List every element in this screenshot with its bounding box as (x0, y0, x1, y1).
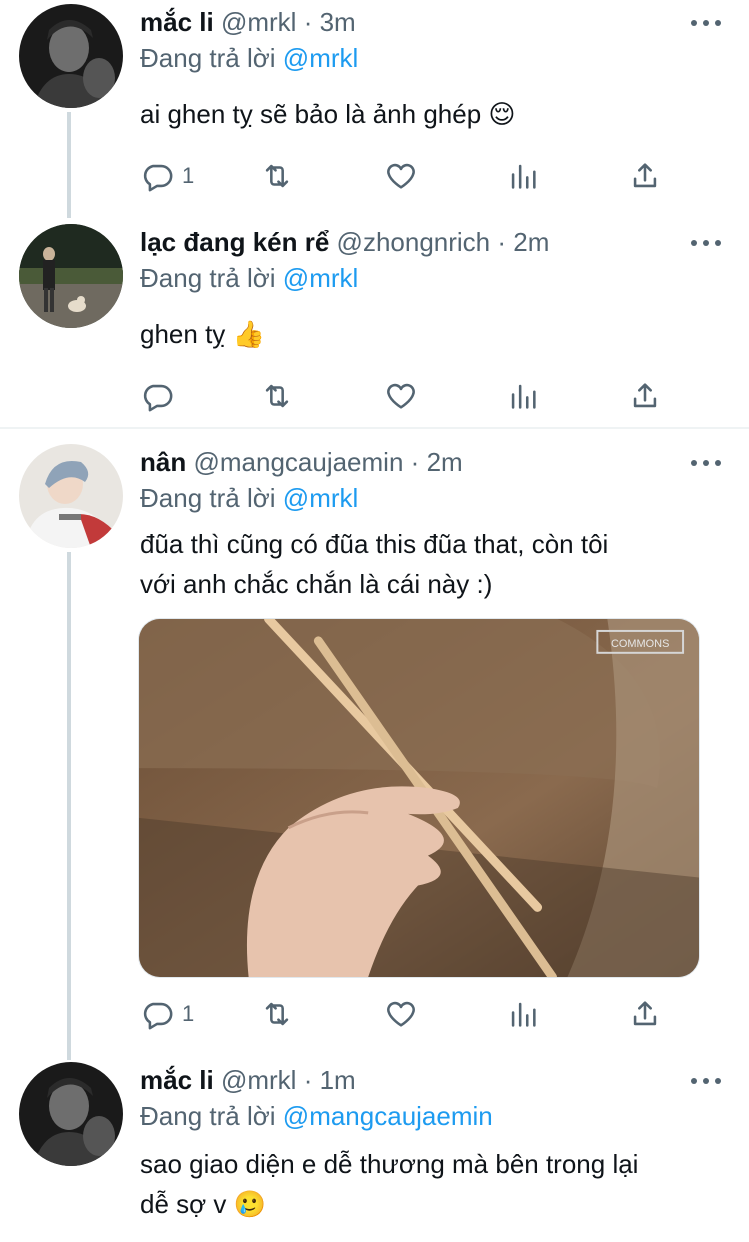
tweet-actions (140, 378, 670, 414)
separator-dot: · (303, 7, 313, 37)
tweet-actions: 1 (140, 158, 670, 194)
analytics-icon (511, 164, 536, 189)
timestamp[interactable]: 1m (320, 1065, 356, 1095)
chopsticks-photo: COMMONS (139, 619, 699, 977)
tweet-text: ghen tỵ 👍 (140, 319, 265, 349)
replying-label: Đang trả lời (140, 43, 276, 73)
like-button[interactable] (384, 158, 418, 194)
mention-link[interactable]: @mrkl (283, 483, 359, 513)
user-handle[interactable]: @zhongnrich (337, 227, 491, 257)
reply-count: 1 (182, 163, 195, 188)
separator-dot: · (303, 1065, 313, 1095)
replying-to: Đang trả lời @mrkl (140, 260, 358, 296)
avatar[interactable] (19, 444, 123, 548)
timestamp[interactable]: 3m (320, 7, 356, 37)
share-button[interactable] (628, 996, 662, 1032)
avatar-mrkl (19, 4, 123, 108)
user-handle[interactable]: @mrkl (221, 1065, 297, 1095)
display-name[interactable]: mắc li (140, 1065, 214, 1095)
like-icon (387, 163, 415, 189)
tweet-text-line: với anh chắc chắn là cái này :) (140, 569, 493, 599)
analytics-icon (511, 1002, 536, 1027)
replying-label: Đang trả lời (140, 263, 276, 293)
analytics-button[interactable] (506, 996, 540, 1032)
user-handle[interactable]: @mrkl (221, 7, 297, 37)
display-name[interactable]: mắc li (140, 7, 214, 37)
retweet-button[interactable] (260, 378, 294, 414)
tweet-text: đũa thì cũng có đũa this đũa that, còn t… (140, 524, 709, 604)
retweet-icon (265, 164, 289, 188)
more-options-icon[interactable] (691, 233, 721, 253)
avatar-zhongnrich (19, 224, 123, 328)
tweet-text: sao giao diện e dễ thương mà bên trong l… (140, 1144, 709, 1224)
more-options-icon[interactable] (691, 453, 721, 473)
more-options-icon[interactable] (691, 13, 721, 33)
display-name[interactable]: nân (140, 447, 186, 477)
replying-to: Đang trả lời @mrkl (140, 40, 358, 76)
reply-icon (143, 384, 173, 412)
like-icon (387, 1001, 415, 1027)
tweet-text-line: đũa thì cũng có đũa this đũa that, còn t… (140, 529, 609, 559)
reply-button[interactable] (140, 378, 174, 414)
avatar[interactable] (19, 224, 123, 328)
mention-link[interactable]: @mrkl (283, 263, 359, 293)
reply-icon (143, 1002, 173, 1030)
tweet[interactable]: lạc đang kén rể @zhongnrich · 2m Đang tr… (0, 218, 749, 428)
reply-button[interactable]: 1 (140, 158, 194, 194)
avatar-mrkl (19, 1062, 123, 1166)
separator-dot: · (497, 227, 507, 257)
retweet-button[interactable] (260, 996, 294, 1032)
avatar[interactable] (19, 1062, 123, 1166)
separator-dot: · (410, 447, 420, 477)
retweet-button[interactable] (260, 158, 294, 194)
tweet-text: ai ghen tỵ sẽ bảo là ảnh ghép 😌 (140, 99, 516, 129)
tweet-text-line: sao giao diện e dễ thương mà bên trong l… (140, 1149, 639, 1179)
more-options-icon[interactable] (691, 1071, 721, 1091)
reply-icon (143, 164, 173, 192)
mention-link[interactable]: @mangcaujaemin (283, 1101, 493, 1131)
retweet-icon (265, 1002, 289, 1026)
avatar[interactable] (19, 4, 123, 108)
media-watermark: COMMONS (611, 638, 669, 650)
mention-link[interactable]: @mrkl (283, 43, 359, 73)
reply-count: 1 (182, 1001, 195, 1026)
share-button[interactable] (628, 378, 662, 414)
tweet[interactable]: mắc li @mrkl · 1m Đang trả lời @mangcauj… (0, 1060, 749, 1242)
user-handle[interactable]: @mangcaujaemin (193, 447, 403, 477)
like-button[interactable] (384, 996, 418, 1032)
share-icon (633, 163, 657, 188)
display-name[interactable]: lạc đang kén rể (140, 227, 329, 257)
timestamp[interactable]: 2m (513, 227, 549, 257)
tweet-actions: 1 (140, 996, 670, 1032)
analytics-button[interactable] (506, 158, 540, 194)
like-icon (387, 383, 415, 409)
share-icon (633, 1001, 657, 1026)
like-button[interactable] (384, 378, 418, 414)
replying-to: Đang trả lời @mrkl (140, 480, 358, 516)
share-button[interactable] (628, 158, 662, 194)
replying-label: Đang trả lời (140, 483, 276, 513)
avatar-mangcaujaemin (19, 444, 123, 548)
reply-button[interactable]: 1 (140, 996, 194, 1032)
analytics-icon (511, 384, 536, 409)
replying-label: Đang trả lời (140, 1101, 276, 1131)
share-icon (633, 383, 657, 408)
tweet-media-image[interactable]: COMMONS (138, 618, 700, 978)
tweet-text-line: dễ sợ v 🥲 (140, 1189, 267, 1219)
timestamp[interactable]: 2m (427, 447, 463, 477)
replying-to: Đang trả lời @mangcaujaemin (140, 1098, 493, 1134)
retweet-icon (265, 384, 289, 408)
tweet[interactable]: mắc li @mrkl · 3m Đang trả lời @mrkl ai … (0, 0, 749, 218)
analytics-button[interactable] (506, 378, 540, 414)
divider (0, 427, 749, 429)
